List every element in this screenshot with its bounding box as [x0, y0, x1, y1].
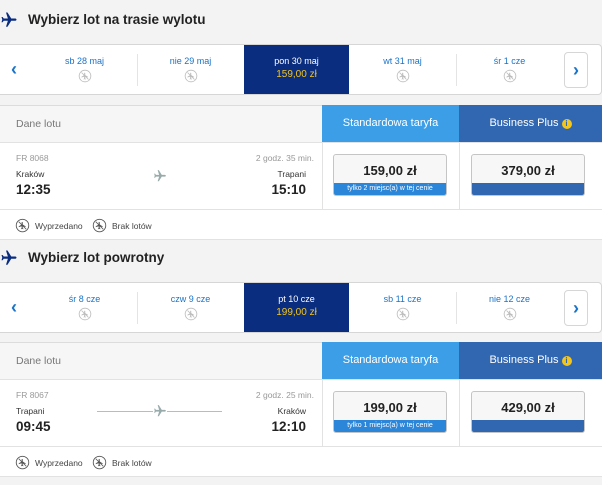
business-plus-bar: [472, 183, 584, 195]
date-label: śr 1 cze: [493, 56, 526, 66]
chevron-right-icon[interactable]: ›: [564, 290, 588, 326]
business-plus-tab[interactable]: Business Plus i: [459, 105, 602, 142]
return-section-title: Wybierz lot powrotny: [0, 248, 602, 270]
no-flight-icon: [184, 307, 198, 321]
business-plus-price: 429,00 zł: [501, 400, 555, 415]
standard-fare-price-button[interactable]: 159,00 zł tylko 2 miejsc(a) w tej cenie: [333, 154, 447, 196]
date-label: sb 11 cze: [383, 294, 422, 304]
seats-left-note: tylko 1 miejsc(a) w tej cenie: [334, 420, 446, 432]
seats-left-note: tylko 2 miejsc(a) w tej cenie: [334, 183, 446, 195]
date-label: nie 29 maj: [169, 56, 212, 66]
no-flight-icon: [78, 307, 92, 321]
date-label: pon 30 maj: [274, 56, 319, 66]
departure-time: 12:35: [16, 182, 51, 197]
outbound-title: Wybierz lot na trasie wylotu: [28, 12, 206, 27]
return-fare-header: Dane lotu Standardowa taryfa Business Pl…: [0, 342, 602, 379]
return-date-selected[interactable]: pt 10 cze 199,00 zł: [244, 283, 349, 332]
plane-icon: [153, 169, 167, 183]
no-flight-icon: [15, 218, 30, 233]
no-flight-icon: [503, 307, 517, 321]
return-flight-row: FR 8067 2 godz. 25 min. Trapani Kraków 0…: [0, 379, 602, 447]
return-title: Wybierz lot powrotny: [28, 250, 165, 265]
arrival-city: Kraków: [277, 406, 306, 416]
date-label: czw 9 cze: [170, 294, 211, 304]
return-date-bar: ‹ śr 8 cze czw 9 cze pt 10 cze 199,00 zł…: [0, 282, 602, 333]
no-flight-icon: [92, 218, 107, 233]
outbound-legend: Wyprzedano Brak lotów: [0, 210, 602, 240]
business-plus-bar: [472, 420, 584, 432]
outbound-flight-row: FR 8068 2 godz. 35 min. Kraków Trapani 1…: [0, 142, 602, 210]
date-price: 199,00 zł: [276, 307, 317, 318]
return-date-1[interactable]: śr 8 cze: [32, 283, 137, 332]
outbound-fare-header: Dane lotu Standardowa taryfa Business Pl…: [0, 105, 602, 142]
legend-sold-out-label: Wyprzedano: [35, 221, 83, 231]
flight-details-label: Dane lotu: [16, 118, 61, 130]
return-date-4[interactable]: sb 11 cze: [350, 283, 455, 332]
arrival-city: Trapani: [277, 169, 306, 179]
flight-number: FR 8067: [16, 390, 49, 400]
outbound-date-selected[interactable]: pon 30 maj 159,00 zł: [244, 45, 349, 94]
standard-fare-price-button[interactable]: 199,00 zł tylko 1 miejsc(a) w tej cenie: [333, 391, 447, 433]
date-price: 159,00 zł: [276, 69, 317, 80]
outbound-date-bar: ‹ sb 28 maj nie 29 maj pon 30 maj 159,00…: [0, 44, 602, 95]
date-label: śr 8 cze: [68, 294, 101, 304]
business-plus-label: Business Plus: [489, 354, 559, 366]
no-flight-icon: [184, 69, 198, 83]
business-plus-price: 379,00 zł: [501, 163, 555, 178]
date-label: pt 10 cze: [278, 294, 315, 304]
departure-time: 09:45: [16, 419, 51, 434]
flight-duration: 2 godz. 35 min.: [255, 153, 314, 163]
date-label: sb 28 maj: [64, 56, 105, 66]
return-legend: Wyprzedano Brak lotów: [0, 447, 602, 477]
no-flight-icon: [78, 69, 92, 83]
outbound-section-title: Wybierz lot na trasie wylotu: [0, 10, 602, 32]
no-flight-icon: [396, 307, 410, 321]
outbound-date-1[interactable]: sb 28 maj: [32, 45, 137, 94]
outbound-date-5[interactable]: śr 1 cze: [457, 45, 562, 94]
standard-fare-tab[interactable]: Standardowa taryfa: [322, 105, 459, 142]
business-plus-tab[interactable]: Business Plus i: [459, 342, 602, 379]
no-flight-icon: [396, 69, 410, 83]
info-icon[interactable]: i: [561, 119, 572, 129]
no-flight-icon: [92, 455, 107, 470]
no-flight-icon: [503, 69, 517, 83]
legend-sold-out-label: Wyprzedano: [35, 458, 83, 468]
legend-no-flights-label: Brak lotów: [112, 458, 152, 468]
departure-city: Trapani: [16, 406, 45, 416]
plane-icon: [153, 404, 167, 418]
standard-fare-price: 159,00 zł: [363, 163, 417, 178]
legend-no-flights-label: Brak lotów: [112, 221, 152, 231]
chevron-left-icon[interactable]: ‹: [2, 290, 26, 326]
business-plus-label: Business Plus: [489, 117, 559, 129]
date-label: wt 31 maj: [383, 56, 422, 66]
outbound-date-2[interactable]: nie 29 maj: [138, 45, 243, 94]
arrival-time: 15:10: [271, 182, 306, 197]
no-flight-icon: [15, 455, 30, 470]
departure-city: Kraków: [16, 169, 45, 179]
plane-icon: [0, 11, 18, 29]
return-date-5[interactable]: nie 12 cze: [457, 283, 562, 332]
standard-fare-tab[interactable]: Standardowa taryfa: [322, 342, 459, 379]
flight-details-label: Dane lotu: [16, 355, 61, 367]
flight-number: FR 8068: [16, 153, 49, 163]
plane-icon: [0, 249, 18, 267]
flight-duration: 2 godz. 25 min.: [255, 390, 314, 400]
return-date-2[interactable]: czw 9 cze: [138, 283, 243, 332]
chevron-left-icon[interactable]: ‹: [2, 52, 26, 88]
info-icon[interactable]: i: [561, 356, 572, 366]
standard-fare-price: 199,00 zł: [363, 400, 417, 415]
business-plus-price-button[interactable]: 429,00 zł: [471, 391, 585, 433]
outbound-date-4[interactable]: wt 31 maj: [350, 45, 455, 94]
business-plus-price-button[interactable]: 379,00 zł: [471, 154, 585, 196]
date-label: nie 12 cze: [488, 294, 531, 304]
arrival-time: 12:10: [271, 419, 306, 434]
chevron-right-icon[interactable]: ›: [564, 52, 588, 88]
